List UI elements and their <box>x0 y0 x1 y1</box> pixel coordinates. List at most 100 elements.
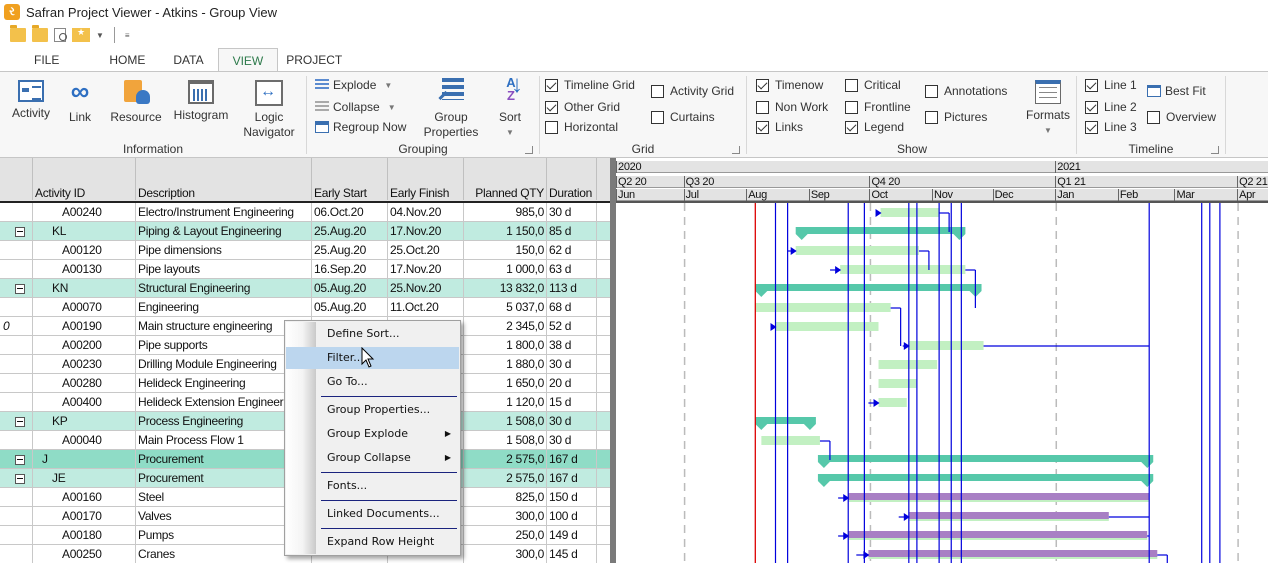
menu-item-go-to[interactable]: Go To... <box>286 371 459 393</box>
menu-item-label: Group Explode <box>327 427 408 440</box>
cell-id: A00120 <box>33 241 136 260</box>
title-bar: ર Safran Project Viewer - Atkins - Group… <box>0 0 1268 24</box>
curtains-checkbox[interactable]: Curtains <box>651 110 715 124</box>
timeline-group-label: Timeline <box>1128 142 1174 156</box>
column-header-early-start[interactable]: Early Start <box>312 158 388 200</box>
activity-bar <box>878 398 907 407</box>
grid-dialog-launcher-icon[interactable] <box>732 146 740 154</box>
cell-qty: 300,0 <box>464 507 547 526</box>
column-header-early-finish[interactable]: Early Finish <box>388 158 464 200</box>
non-work-label: Non Work <box>775 100 829 114</box>
collapse-group-icon[interactable] <box>15 227 25 237</box>
line-1-checkbox[interactable]: Line 1 <box>1085 78 1137 92</box>
group-separator <box>1225 76 1226 154</box>
row-header-cell <box>0 450 33 469</box>
cell-qty: 300,0 <box>464 545 547 563</box>
column-header-duration[interactable]: Duration <box>547 158 597 200</box>
best-fit-icon <box>1147 85 1161 97</box>
table-row[interactable]: A00120 Pipe dimensions 25.Aug.20 25.Oct.20 1… <box>0 241 612 260</box>
cell-qty: 250,0 <box>464 526 547 545</box>
reopen-folder-icon[interactable] <box>32 25 48 42</box>
tab-view[interactable]: VIEW <box>217 48 279 72</box>
grouping-group: Explode ▼ Collapse ▼ Regroup Now Group P… <box>307 72 539 158</box>
menu-item-group-properties[interactable]: Group Properties... <box>286 399 459 421</box>
line-3-checkbox[interactable]: Line 3 <box>1085 120 1137 134</box>
timenow-checkbox[interactable]: Timenow <box>756 78 823 92</box>
group-properties-label-1: Group <box>434 110 468 124</box>
collapse-group-icon[interactable] <box>15 417 25 427</box>
annotations-checkbox[interactable]: Annotations <box>925 84 1007 98</box>
cell-dur: 167 d <box>547 450 597 469</box>
cell-qty: 1 508,0 <box>464 412 547 431</box>
information-group-label: Information <box>122 142 184 156</box>
collapse-button[interactable]: Collapse ▼ <box>315 100 396 114</box>
legend-checkbox[interactable]: Legend <box>845 120 904 134</box>
frontline-checkbox[interactable]: Frontline <box>845 100 911 114</box>
formats-button[interactable]: Formats ▼ <box>1025 76 1071 138</box>
collapse-group-icon[interactable] <box>15 284 25 294</box>
table-row[interactable]: A00070 Engineering 05.Aug.20 11.Oct.20 5 037… <box>0 298 612 317</box>
table-row[interactable]: A00240 Electro/Instrument Engineering 06.O… <box>0 203 612 222</box>
group-properties-button[interactable]: Group Properties <box>421 76 481 140</box>
timeline-dialog-launcher-icon[interactable] <box>1211 146 1219 154</box>
cell-qty: 13 832,0 <box>464 279 547 298</box>
attachment-icon[interactable]: 0 <box>3 317 10 336</box>
group-row[interactable]: KN Structural Engineering 05.Aug.20 25.Nov.… <box>0 279 612 298</box>
checkbox-checked-icon <box>845 120 858 134</box>
row-header-cell <box>0 374 33 393</box>
favorites-icon[interactable] <box>72 27 90 42</box>
menu-item-fonts[interactable]: Fonts... <box>286 475 459 497</box>
menu-item-linked-documents[interactable]: Linked Documents... <box>286 503 459 525</box>
activity-grid-checkbox[interactable]: Activity Grid <box>651 84 734 98</box>
collapse-group-icon[interactable] <box>15 474 25 484</box>
cell-id: KL <box>33 222 136 241</box>
link-button[interactable]: ∞ Link <box>62 76 98 125</box>
summary-end-marker <box>1141 462 1154 468</box>
submenu-arrow-icon: ▶ <box>444 453 451 462</box>
column-header-activity-id[interactable]: Activity ID <box>33 158 136 200</box>
links-checkbox[interactable]: Links <box>756 120 803 134</box>
sort-button[interactable]: A Z ↓ Sort ▼ <box>495 73 525 140</box>
print-preview-icon[interactable] <box>54 28 67 42</box>
pictures-checkbox[interactable]: Pictures <box>925 110 987 124</box>
histogram-button[interactable]: Histogram <box>170 76 232 123</box>
menu-item-define-sort[interactable]: Define Sort... <box>286 323 459 345</box>
checkbox-unchecked-icon <box>651 84 664 98</box>
table-row[interactable]: A00130 Pipe layouts 16.Sep.20 17.Nov.20 1 00… <box>0 260 612 279</box>
menu-item-label: Linked Documents... <box>327 507 440 520</box>
menu-item-group-collapse[interactable]: Group Collapse ▶ <box>286 447 459 469</box>
gantt-canvas[interactable] <box>616 158 1268 563</box>
activity-button[interactable]: Activity <box>8 76 54 121</box>
critical-checkbox[interactable]: Critical <box>845 78 901 92</box>
group-properties-label-2: Properties <box>423 125 479 139</box>
show-group-label: Show <box>896 142 928 156</box>
column-header-planned-qty[interactable]: Planned QTY <box>464 158 547 200</box>
horizontal-checkbox[interactable]: Horizontal <box>545 120 618 134</box>
tab-data[interactable]: DATA <box>159 48 217 72</box>
menu-item-group-explode[interactable]: Group Explode ▶ <box>286 423 459 445</box>
line-2-checkbox[interactable]: Line 2 <box>1085 100 1137 114</box>
explode-button[interactable]: Explode ▼ <box>315 78 392 92</box>
logic-navigator-button[interactable]: Logic Navigator <box>238 76 300 140</box>
menu-item-expand-row-height[interactable]: Expand Row Height <box>286 531 459 553</box>
regroup-now-button[interactable]: Regroup Now <box>315 120 406 134</box>
open-folder-icon[interactable] <box>10 25 26 42</box>
tab-home[interactable]: HOME <box>95 48 159 72</box>
overview-checkbox[interactable]: Overview <box>1147 110 1216 124</box>
column-header-description[interactable]: Description <box>136 158 312 200</box>
grouping-dialog-launcher-icon[interactable] <box>525 146 533 154</box>
group-row[interactable]: KL Piping & Layout Engineering 25.Aug.20 17… <box>0 222 612 241</box>
activity-bar <box>761 436 820 445</box>
tab-project[interactable]: PROJECT <box>278 48 356 72</box>
cell-qty: 1 150,0 <box>464 222 547 241</box>
other-grid-checkbox[interactable]: Other Grid <box>545 100 620 114</box>
customize-toolbar-icon[interactable]: ≡ <box>125 31 130 40</box>
resource-button[interactable]: Resource <box>108 76 164 125</box>
favorites-dropdown-icon[interactable]: ▼ <box>96 31 104 40</box>
regroup-icon <box>315 121 329 133</box>
collapse-group-icon[interactable] <box>15 455 25 465</box>
best-fit-button[interactable]: Best Fit <box>1147 84 1206 98</box>
tab-file[interactable]: FILE <box>20 48 73 72</box>
timeline-grid-checkbox[interactable]: Timeline Grid <box>545 78 635 92</box>
non-work-checkbox[interactable]: Non Work <box>756 100 828 114</box>
